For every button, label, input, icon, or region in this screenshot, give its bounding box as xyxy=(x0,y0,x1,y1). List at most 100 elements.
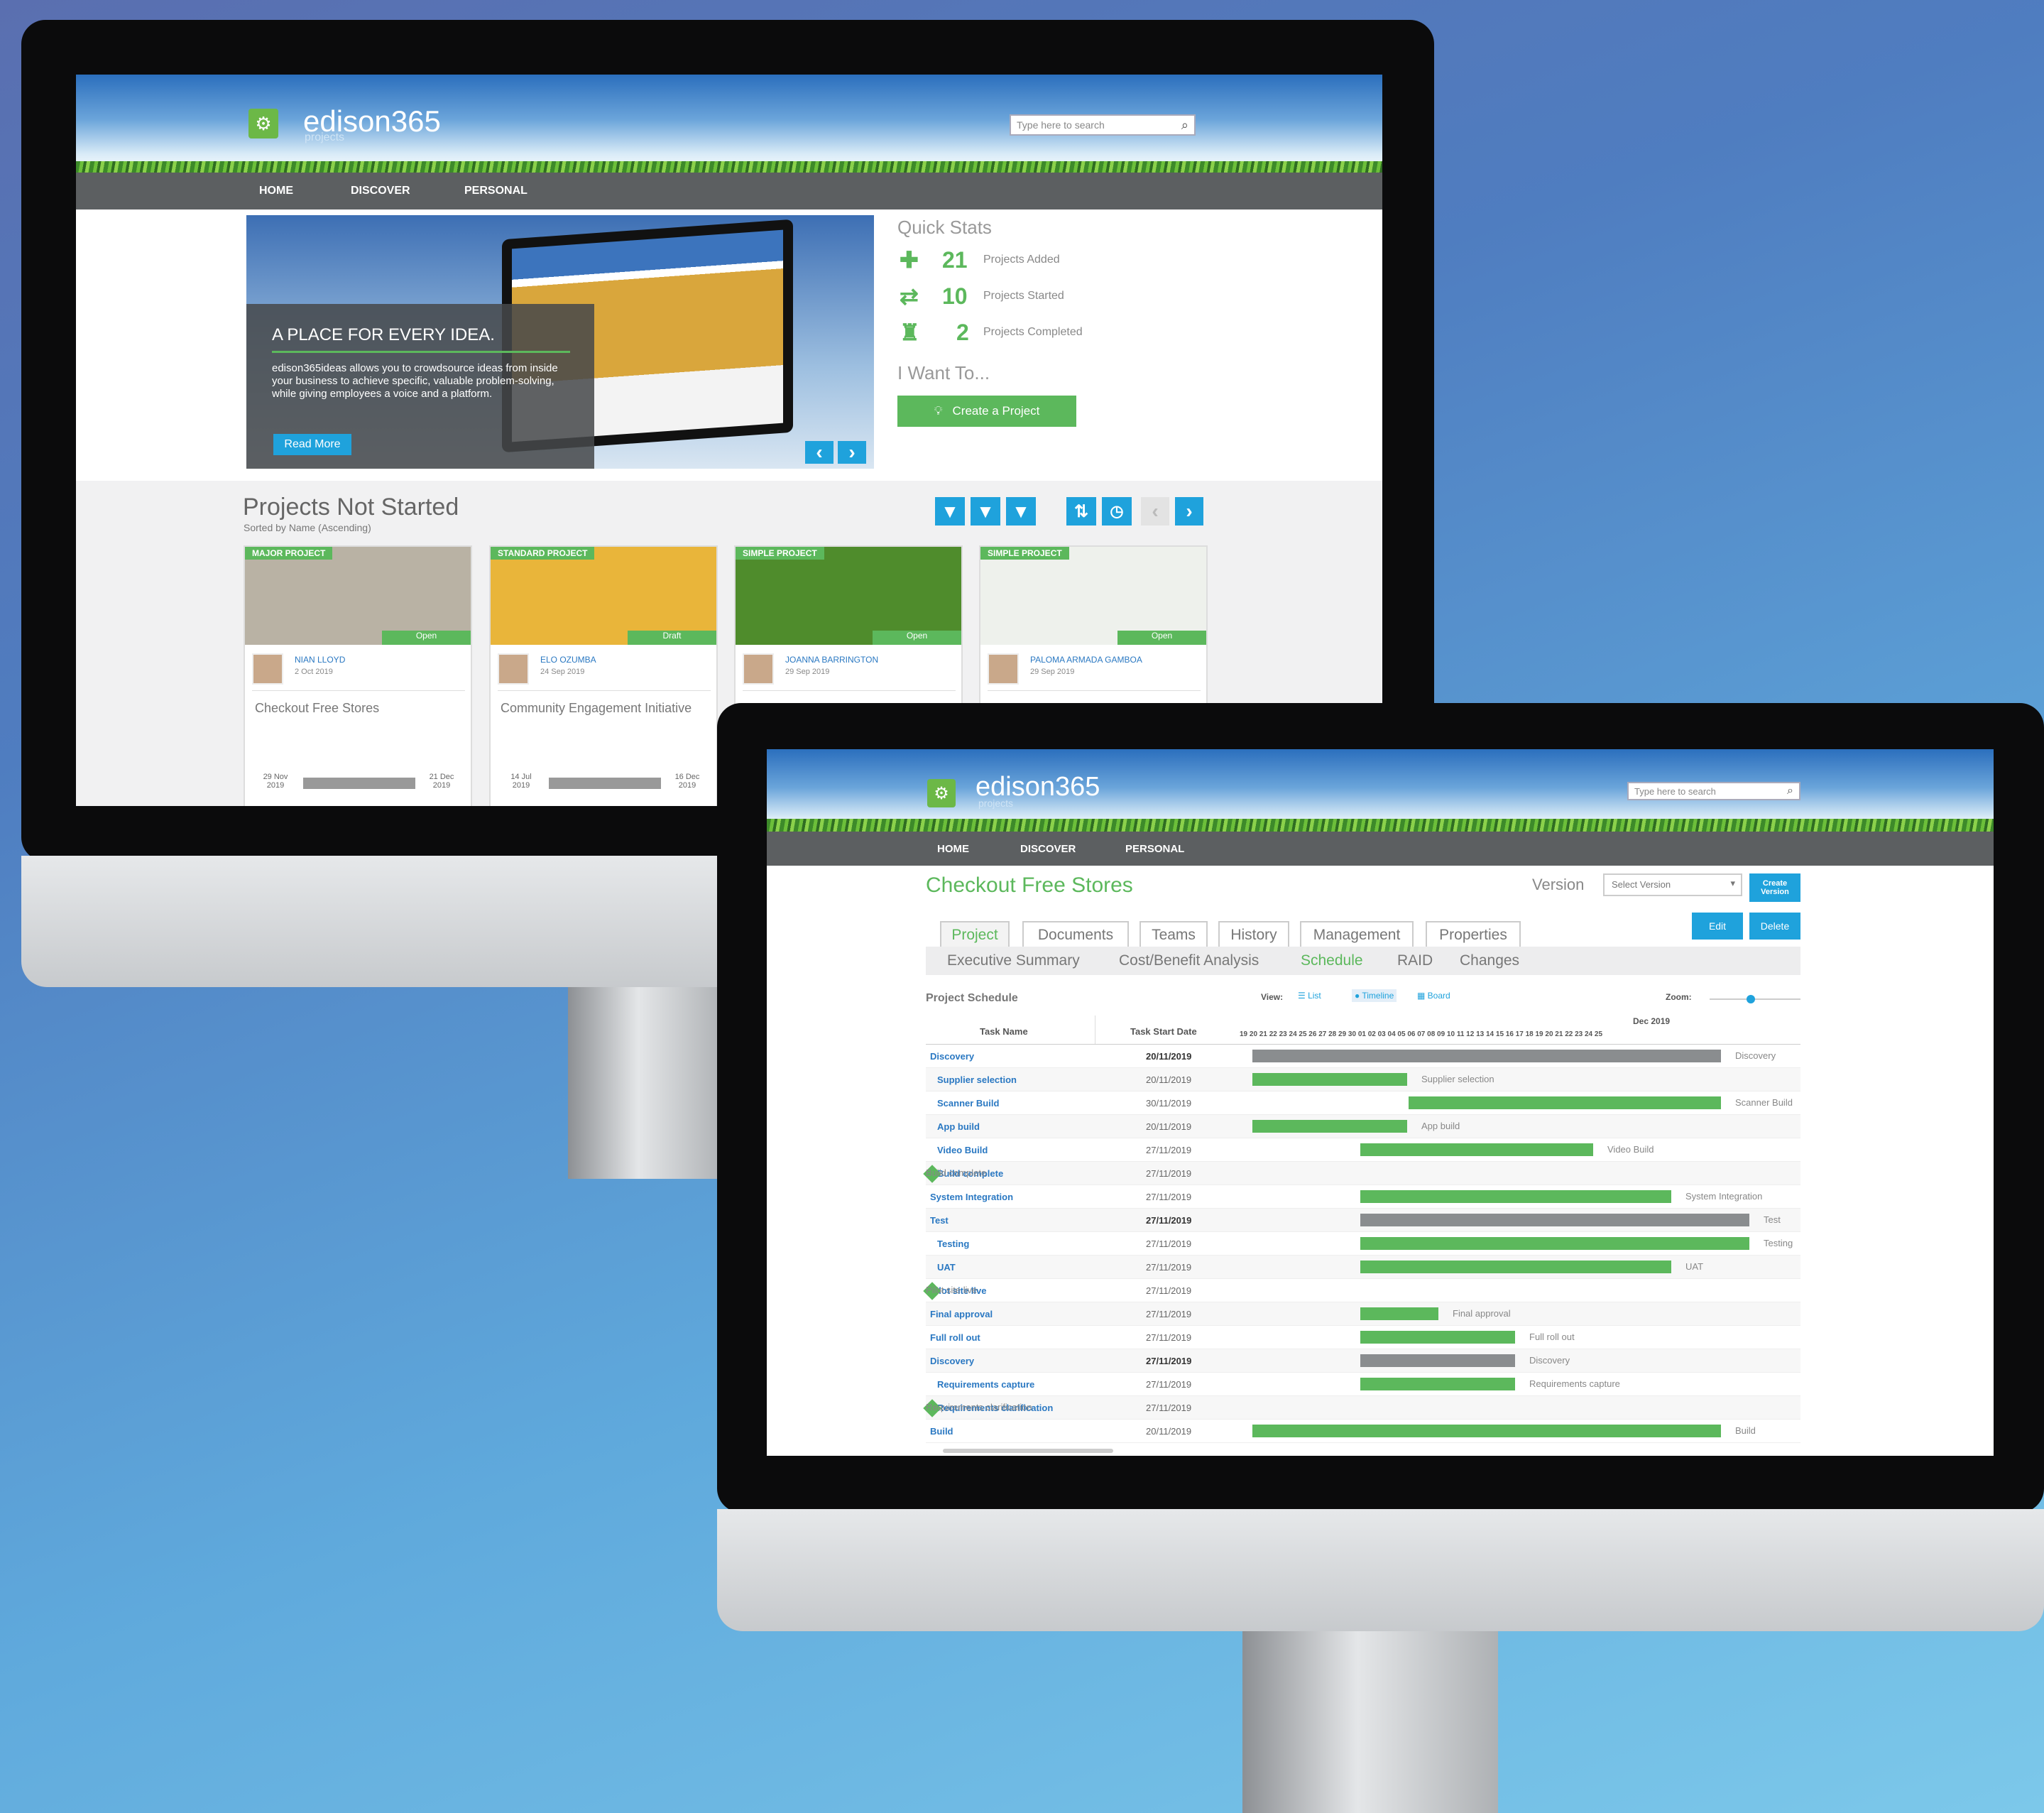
edison-logo-icon[interactable]: ⚙ xyxy=(248,109,278,138)
task-name[interactable]: Full roll out xyxy=(930,1332,980,1343)
gantt-row[interactable]: Test 27/11/2019 Test xyxy=(926,1209,1800,1232)
gantt-month: Dec 2019 xyxy=(1633,1016,1671,1026)
version-select[interactable]: Select Version ▾ xyxy=(1603,873,1742,896)
gantt-row[interactable]: Full roll out 27/11/2019 Full roll out xyxy=(926,1326,1800,1349)
project-name[interactable]: Community Engagement Initiative xyxy=(501,702,706,714)
task-bar[interactable] xyxy=(1360,1190,1671,1203)
zoom-slider[interactable] xyxy=(1710,995,1800,1003)
gantt-row[interactable]: Build 20/11/2019 Build xyxy=(926,1420,1800,1443)
task-name[interactable]: Discovery xyxy=(930,1356,974,1366)
nav-discover-2[interactable]: DISCOVER xyxy=(1020,843,1076,855)
task-bar[interactable] xyxy=(1360,1331,1515,1344)
task-bar[interactable] xyxy=(1360,1354,1515,1367)
project-card[interactable]: STANDARD PROJECT Draft ELO OZUMBA 24 Sep… xyxy=(489,545,718,806)
nav-personal-2[interactable]: PERSONAL xyxy=(1125,843,1184,855)
task-bar[interactable] xyxy=(1360,1143,1593,1156)
nav-discover[interactable]: DISCOVER xyxy=(351,185,410,197)
gantt-row[interactable]: App build 20/11/2019 App build xyxy=(926,1115,1800,1138)
task-name[interactable]: Requirements capture xyxy=(937,1379,1034,1390)
tab-history[interactable]: History xyxy=(1218,921,1289,949)
edit-button[interactable]: Edit xyxy=(1692,913,1743,940)
tab-management[interactable]: Management xyxy=(1300,921,1414,949)
project-owner[interactable]: JOANNA BARRINGTON xyxy=(785,655,878,665)
task-bar[interactable] xyxy=(1360,1237,1749,1250)
task-start-date: 30/11/2019 xyxy=(1146,1098,1192,1109)
gantt-row[interactable]: Discovery 20/11/2019 Discovery xyxy=(926,1045,1800,1068)
nav-personal[interactable]: PERSONAL xyxy=(464,185,528,197)
gantt-row[interactable]: Build complete 27/11/2019 Build complete xyxy=(923,1162,1800,1185)
create-project-button[interactable]: 💡︎ Create a Project xyxy=(897,396,1076,427)
prev-page-icon[interactable]: ‹ xyxy=(1141,497,1169,526)
zoom-slider-handle[interactable] xyxy=(1747,995,1755,1003)
sort-icon[interactable]: ⇅ xyxy=(1066,497,1096,526)
gantt-row[interactable]: Supplier selection 20/11/2019 Supplier s… xyxy=(926,1068,1800,1091)
gantt-row[interactable]: Testing 27/11/2019 Testing xyxy=(926,1232,1800,1256)
subtab-changes[interactable]: Changes xyxy=(1460,952,1519,969)
edison-logo-icon-2[interactable]: ⚙ xyxy=(927,779,956,807)
gantt-row[interactable]: System Integration 27/11/2019 System Int… xyxy=(926,1185,1800,1209)
read-more-button[interactable]: Read More xyxy=(273,434,351,455)
task-name[interactable]: App build xyxy=(937,1121,980,1132)
clock-icon[interactable]: ◷ xyxy=(1102,497,1132,526)
project-name[interactable]: Checkout Free Stores xyxy=(255,702,461,714)
gantt-row[interactable]: Video Build 27/11/2019 Video Build xyxy=(926,1138,1800,1162)
task-bar[interactable] xyxy=(1409,1096,1721,1109)
hero-prev-button[interactable]: ‹ xyxy=(805,441,834,464)
gantt-row[interactable]: UAT 27/11/2019 UAT xyxy=(926,1256,1800,1279)
task-name[interactable]: Test xyxy=(930,1215,949,1226)
tab-teams[interactable]: Teams xyxy=(1139,921,1208,949)
search-icon[interactable]: ⌕ xyxy=(1181,118,1188,133)
filter-icon-1[interactable]: ▼ xyxy=(935,497,965,526)
task-bar[interactable] xyxy=(1252,1073,1407,1086)
search-input[interactable]: Type here to search ⌕ xyxy=(1010,114,1196,136)
tab-properties[interactable]: Properties xyxy=(1426,921,1521,949)
subtab-raid[interactable]: RAID xyxy=(1397,952,1433,969)
task-name[interactable]: System Integration xyxy=(930,1192,1013,1202)
hero-next-button[interactable]: › xyxy=(838,441,866,464)
gantt-row[interactable]: Requirements clarification 27/11/2019 Re… xyxy=(923,1396,1800,1420)
task-name[interactable]: Video Build xyxy=(937,1145,988,1155)
project-owner[interactable]: NIAN LLOYD xyxy=(295,655,345,665)
nav-home-2[interactable]: HOME xyxy=(937,843,969,855)
task-bar[interactable] xyxy=(1360,1307,1438,1320)
task-name[interactable]: Final approval xyxy=(930,1309,993,1319)
project-owner[interactable]: ELO OZUMBA xyxy=(540,655,596,665)
task-bar[interactable] xyxy=(1252,1120,1407,1133)
next-page-icon[interactable]: › xyxy=(1175,497,1203,526)
gantt-row[interactable]: Final approval 27/11/2019 Final approval xyxy=(926,1302,1800,1326)
search-icon-2[interactable]: ⌕ xyxy=(1787,785,1793,797)
filter-icon-2[interactable]: ▼ xyxy=(971,497,1000,526)
tab-project[interactable]: Project xyxy=(940,921,1010,949)
task-bar[interactable] xyxy=(1360,1261,1671,1273)
project-end-date: 16 Dec 2019 xyxy=(674,773,700,790)
project-owner[interactable]: PALOMA ARMADA GAMBOA xyxy=(1030,655,1142,665)
task-name[interactable]: Build xyxy=(930,1426,953,1437)
delete-button[interactable]: Delete xyxy=(1749,913,1800,940)
task-name[interactable]: UAT xyxy=(937,1262,956,1273)
view-timeline[interactable]: ● Timeline xyxy=(1352,989,1397,1002)
create-version-button[interactable]: Create Version xyxy=(1749,873,1800,902)
task-name[interactable]: Discovery xyxy=(930,1051,974,1062)
tab-documents[interactable]: Documents xyxy=(1022,921,1129,949)
filter-icon-3[interactable]: ▼ xyxy=(1006,497,1036,526)
task-name[interactable]: Testing xyxy=(937,1238,969,1249)
gantt-row[interactable]: Scanner Build 30/11/2019 Scanner Build xyxy=(926,1091,1800,1115)
gantt-row[interactable]: Requirements capture 27/11/2019 Requirem… xyxy=(926,1373,1800,1396)
search-input-2[interactable]: Type here to search ⌕ xyxy=(1627,782,1800,800)
task-bar[interactable] xyxy=(1360,1378,1515,1390)
task-bar[interactable] xyxy=(1252,1425,1721,1437)
subtab-schedule[interactable]: Schedule xyxy=(1301,952,1363,969)
task-name[interactable]: Supplier selection xyxy=(937,1074,1017,1085)
task-bar[interactable] xyxy=(1360,1214,1749,1226)
project-card[interactable]: MAJOR PROJECT Open NIAN LLOYD 2 Oct 2019… xyxy=(244,545,472,806)
subtab-executive-summary[interactable]: Executive Summary xyxy=(947,952,1080,969)
gantt-row[interactable]: Discovery 27/11/2019 Discovery xyxy=(926,1349,1800,1373)
task-bar[interactable] xyxy=(1252,1050,1721,1062)
view-board[interactable]: ▦ Board xyxy=(1417,991,1450,1001)
nav-home[interactable]: HOME xyxy=(259,185,293,197)
view-list[interactable]: ☰ List xyxy=(1298,991,1321,1001)
gantt-row[interactable]: Pilot site live 27/11/2019 Pilot site li… xyxy=(923,1279,1800,1302)
subtab-cost-benefit[interactable]: Cost/Benefit Analysis xyxy=(1119,952,1259,969)
task-name[interactable]: Scanner Build xyxy=(937,1098,999,1109)
gantt-scrollbar[interactable] xyxy=(943,1449,1113,1453)
